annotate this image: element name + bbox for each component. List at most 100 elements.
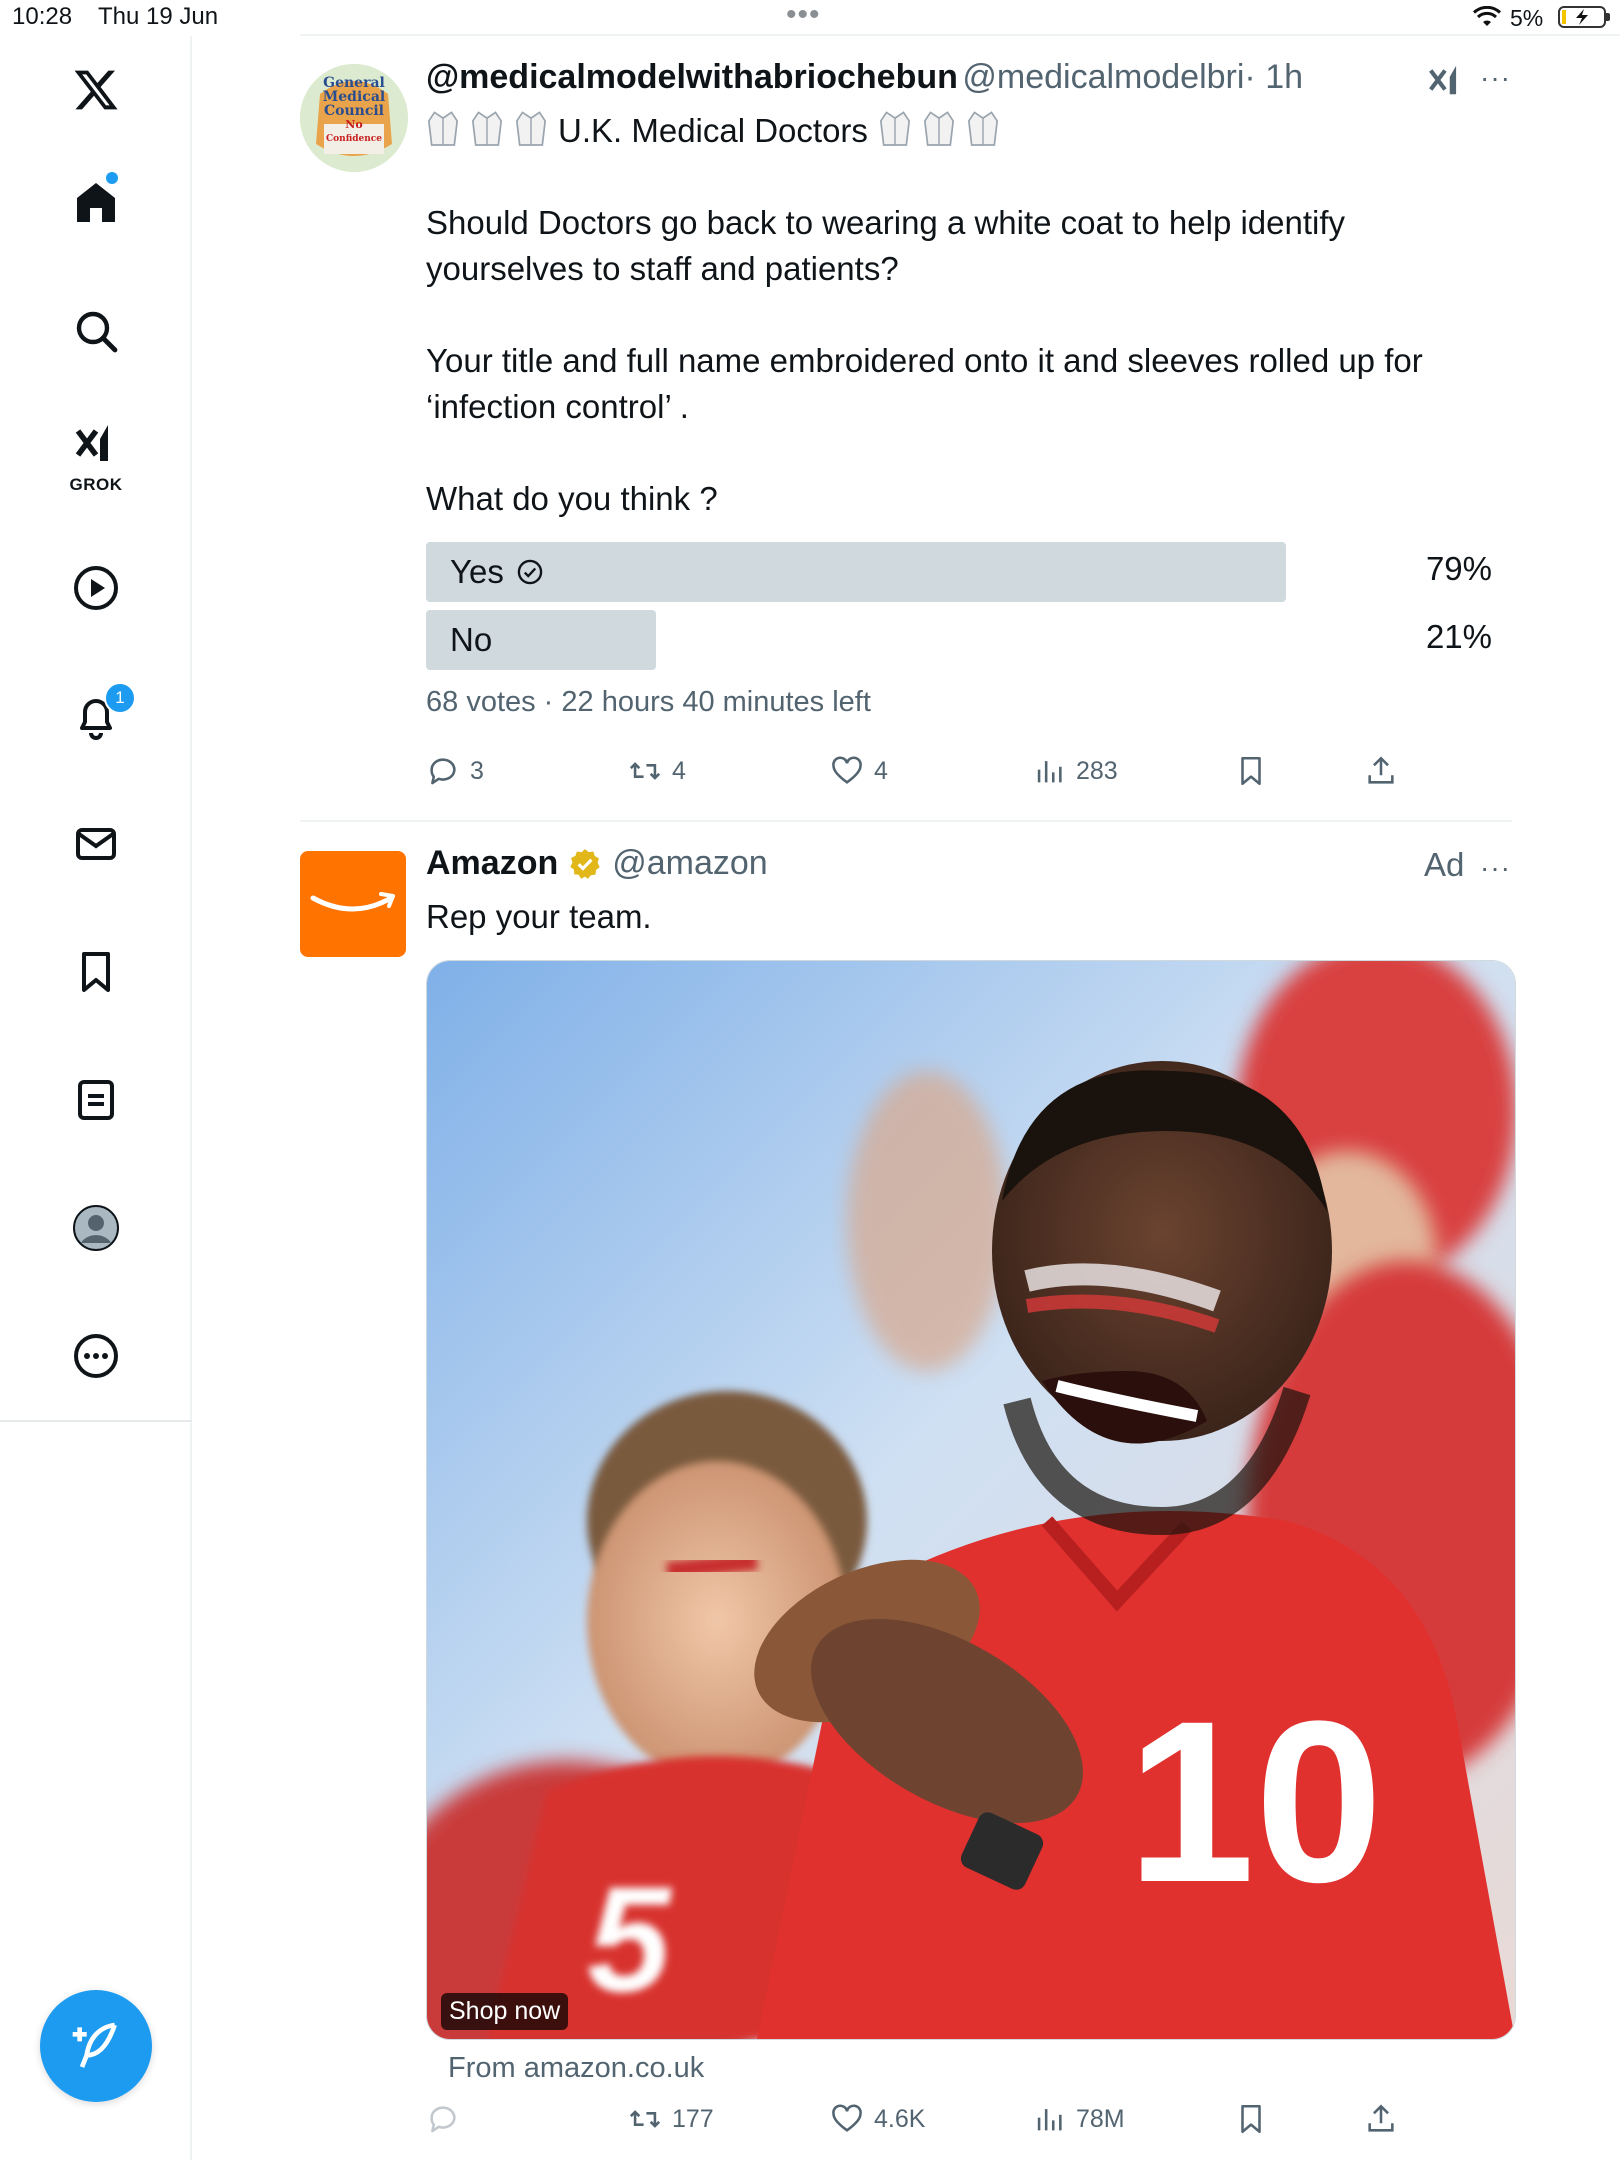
avatar-text-5: Confidence [325,134,383,144]
bookmark-button[interactable] [1234,754,1268,788]
reply-count: 3 [470,756,484,785]
lab-coat-icon [878,108,912,153]
ad-like-button[interactable]: 4.6K [830,2102,925,2136]
avatar-text-4: No [345,118,363,131]
sidebar-item-video[interactable] [50,542,142,634]
reply-icon [430,758,456,785]
ad-views-button[interactable]: 78M [1032,2102,1125,2136]
poll-option-label: No [450,621,493,658]
lab-coat-icon [514,108,548,153]
avatar-text-3: Council [324,103,384,119]
home-icon [77,183,115,222]
feed-top-divider [300,34,1620,36]
analytics-icon [1037,2109,1062,2131]
ad-views-count: 78M [1076,2104,1125,2133]
amazon-avatar[interactable] [300,851,406,957]
bookmark-icon [1241,756,1261,786]
ad-label: Ad [1424,846,1465,883]
grok-explain-icon[interactable] [1426,60,1464,105]
post-text-1: Should Doctors go back to wearing a whit… [426,204,1346,287]
home-unread-dot [106,172,118,184]
compose-post-button[interactable] [40,1990,152,2102]
search-icon [76,311,118,353]
battery-icon [1558,6,1610,28]
x-logo-icon[interactable] [50,44,142,136]
poll-percent-no: 21% [1425,618,1492,655]
views-button[interactable]: 283 [1032,754,1118,788]
author-handle[interactable]: @medicalmodelbri [962,58,1244,96]
ad-image[interactable]: 5 10 [426,960,1516,2040]
lab-coat-icon [470,108,504,153]
heart-icon [832,756,862,784]
poll-bar-yes: Yes [426,542,1286,602]
ad-more-icon[interactable]: ··· [1480,852,1511,884]
status-bar: 10:28 Thu 19 Jun ••• 5% [0,0,1620,36]
status-time: 10:28 [12,3,73,30]
mail-icon [76,828,116,860]
more-circle-icon [74,1334,118,1378]
ad-text: Rep your team. [426,898,652,935]
lab-coat-icon [966,108,1000,153]
poll-bar-no: No [426,610,656,670]
poll-percent-yes: 79% [1425,550,1492,587]
reply-button[interactable]: 3 [426,754,484,788]
verified-badge-icon [570,848,600,879]
shirt-number-10: 10 [1127,1673,1383,1930]
notifications-badge: 1 [104,682,136,714]
avatar-icon [73,1205,119,1251]
battery-percent: 5% [1510,5,1544,31]
repost-button[interactable]: 4 [628,754,686,788]
ad-repost-count: 177 [672,2104,714,2133]
wifi-icon [1472,5,1502,33]
ad-repost-button[interactable]: 177 [628,2102,714,2136]
poll-option-yes[interactable]: Yes [426,542,1286,602]
poll-option-no[interactable]: No [426,610,1286,670]
author-avatar[interactable]: General Medical Council No Confidence [300,64,408,172]
repost-icon [629,2110,661,2128]
author-bio-line: U.K. Medical Doctors [426,108,1000,153]
multitask-dots-icon[interactable]: ••• [786,0,821,32]
sidebar-item-lists[interactable] [50,1054,142,1146]
like-button[interactable]: 4 [830,754,888,788]
grok-icon [75,425,108,461]
sidebar-item-notifications[interactable]: 1 [50,670,142,762]
ad-reply-button[interactable] [426,2102,460,2136]
bio-text: U.K. Medical Doctors [558,111,868,149]
sidebar-item-bookmarks[interactable] [50,926,142,1018]
play-icon [74,566,118,610]
author-display-name[interactable]: @medicalmodelwithabriochebun [426,58,958,96]
ad-bookmark-button[interactable] [1234,2102,1268,2136]
poll-option-label: Yes [450,553,504,590]
grok-label: GROK [69,475,123,494]
sidebar-item-messages[interactable] [50,798,142,890]
sidebar-item-profile[interactable] [50,1182,142,1274]
share-button[interactable] [1364,754,1398,788]
status-date: Thu 19 Jun [98,3,219,30]
post-text-3: What do you think ? [426,480,718,517]
avatar-text-2: Medical [322,89,386,105]
ad-source-link[interactable]: From amazon.co.uk [448,2052,704,2085]
like-count: 4 [874,756,888,785]
repost-count: 4 [672,756,686,785]
ad-handle[interactable]: @amazon [612,844,767,883]
lab-coat-icon [426,108,460,153]
post-more-icon[interactable]: ··· [1480,62,1511,94]
post-time[interactable]: · 1h [1244,58,1303,96]
ad-like-count: 4.6K [874,2104,926,2133]
avatar-text-1: General [323,75,385,91]
sidebar-item-home[interactable] [50,156,142,248]
heart-icon [832,2104,862,2132]
sidebar-item-explore[interactable] [50,285,142,377]
sidebar-divider [0,1420,192,1422]
ad-display-name[interactable]: Amazon [426,844,558,883]
post-text-2: Your title and full name embroidered ont… [426,342,1423,425]
poll-summary: 68 votes · 22 hours 40 minutes left [426,686,871,718]
share-icon [1368,756,1394,784]
share-icon [1368,2104,1394,2132]
sidebar-item-more[interactable] [50,1310,142,1402]
shop-now-button[interactable]: Shop now [441,1993,569,2030]
views-count: 283 [1076,756,1118,785]
ad-share-button[interactable] [1364,2102,1398,2136]
list-icon [78,1080,114,1120]
reply-icon [430,2106,456,2133]
